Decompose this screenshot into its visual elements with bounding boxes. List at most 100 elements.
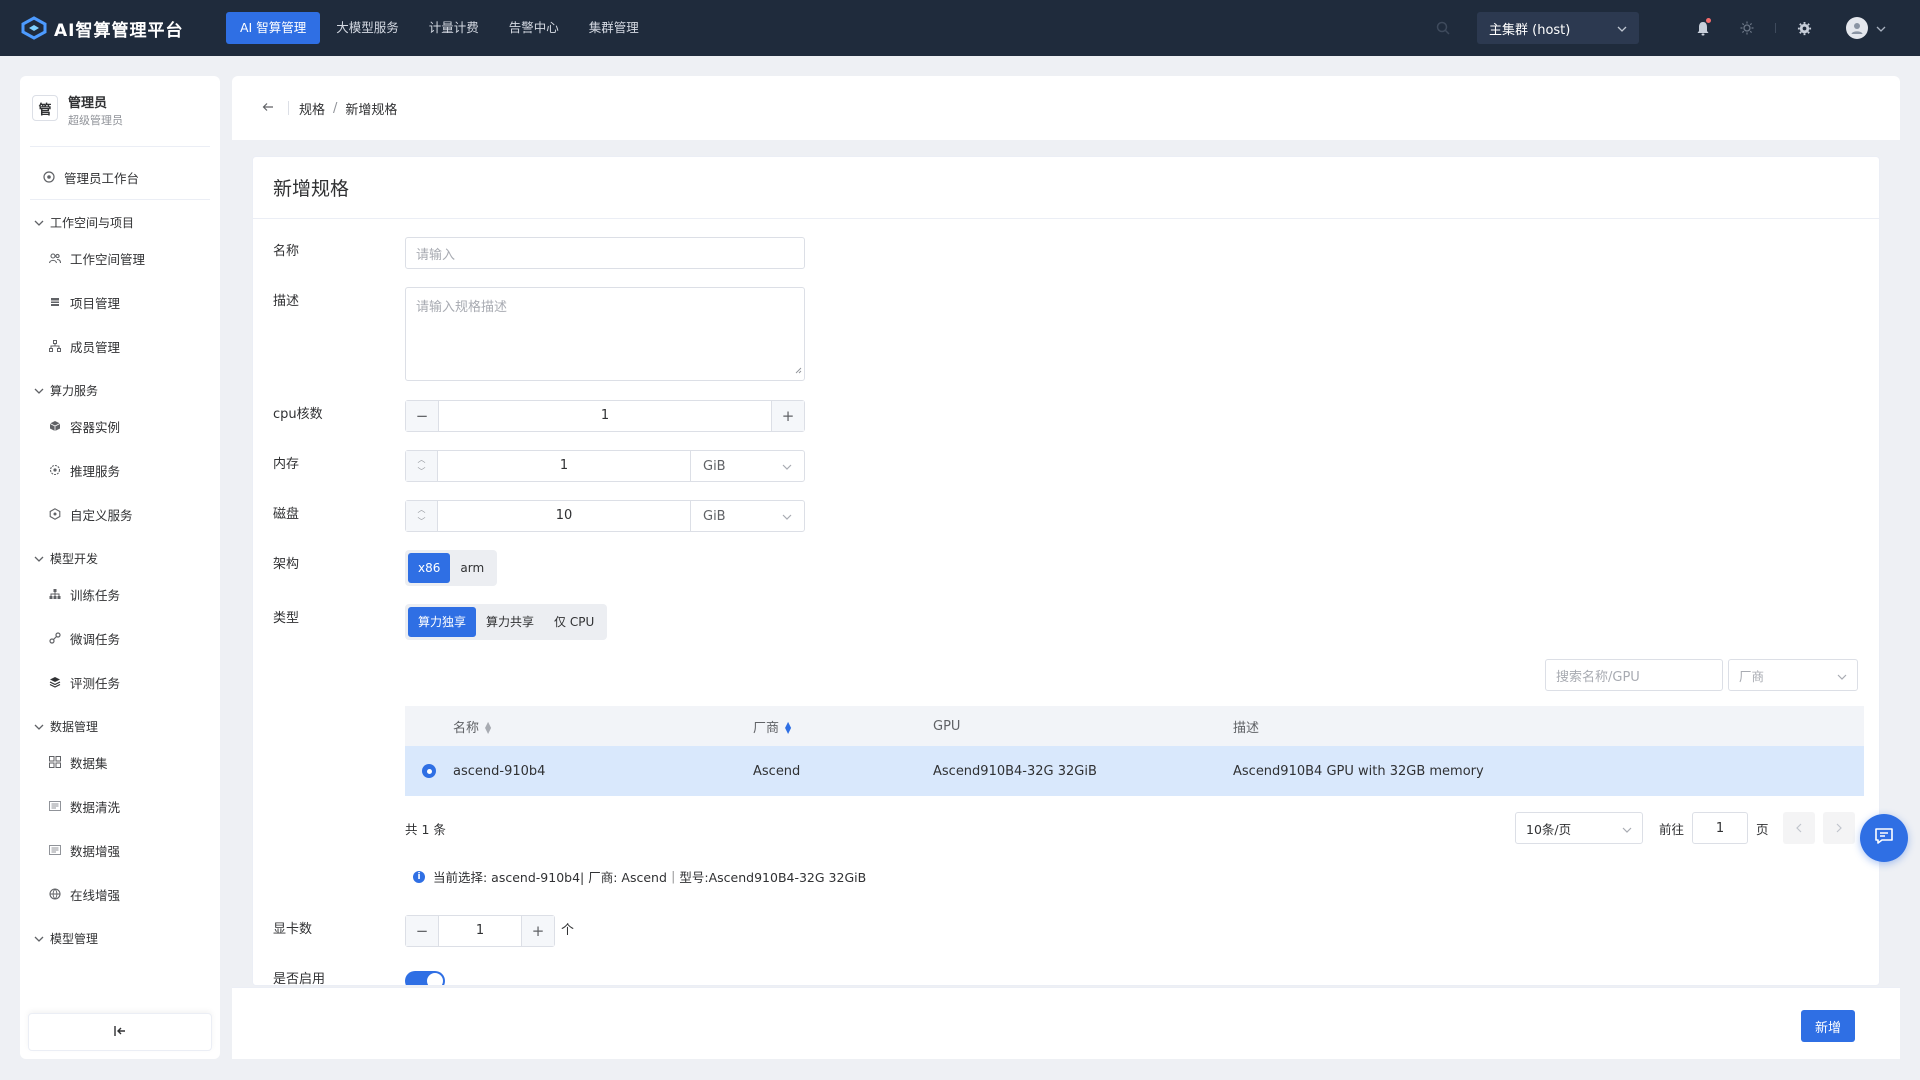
memory-spin-buttons[interactable]: ︿ ﹀ <box>406 451 438 481</box>
sidebar-item-online-augment[interactable]: 在线增强 <box>20 872 220 916</box>
memory-unit-select[interactable]: GiB <box>690 451 804 481</box>
disk-input: ︿ ﹀ 10 GiB <box>405 500 805 532</box>
cpu-increment-button[interactable]: + <box>772 401 804 431</box>
footer-bar: 新增 <box>232 987 1900 1059</box>
sidebar-item-finetune-task[interactable]: 微调任务 <box>20 616 220 660</box>
topnav-billing[interactable]: 计量计费 <box>415 12 493 44</box>
form-row-arch: 架构 x86 arm <box>273 550 498 586</box>
disk-unit-select[interactable]: GiB <box>690 501 804 531</box>
grid-icon <box>48 755 62 769</box>
sidebar-item-dataset[interactable]: 数据集 <box>20 740 220 784</box>
theme-sun-icon[interactable] <box>1737 18 1757 38</box>
sidebar-item-member-management[interactable]: 成员管理 <box>20 324 220 368</box>
sidebar-item-inference-service[interactable]: 推理服务 <box>20 448 220 492</box>
page-unit-label: 页 <box>1756 821 1769 837</box>
search-icon[interactable] <box>1433 18 1453 38</box>
header-name[interactable]: 名称 ▲ ▼ <box>453 717 753 736</box>
top-bar: AI智算管理平台 AI 智算管理 大模型服务 计量计费 告警中心 集群管理 主集… <box>0 0 1920 56</box>
sidebar-item-training-task[interactable]: 训练任务 <box>20 572 220 616</box>
memory-label: 内存 <box>273 457 300 472</box>
disk-value[interactable]: 10 <box>438 501 690 531</box>
sidebar-group-model-management[interactable]: 模型管理 <box>20 924 220 952</box>
type-option-shared[interactable]: 算力共享 <box>476 607 544 637</box>
table-row[interactable]: ascend-910b4 Ascend Ascend910B4-32G 32Gi… <box>405 746 1864 796</box>
enabled-switch[interactable] <box>405 971 445 985</box>
sidebar-group-compute[interactable]: 算力服务 <box>20 376 220 404</box>
submit-button[interactable]: 新增 <box>1801 1010 1855 1042</box>
user-avatar: 管 <box>32 95 58 121</box>
info-icon: i <box>413 870 425 883</box>
cell-vendor: Ascend <box>753 763 801 779</box>
sidebar-item-custom-service[interactable]: 自定义服务 <box>20 492 220 536</box>
divider <box>30 146 210 147</box>
next-page-button[interactable] <box>1822 812 1855 844</box>
header-gpu: GPU <box>933 718 961 734</box>
gpu-count-stepper: − 1 + <box>405 915 555 947</box>
sidebar-item-eval-task[interactable]: 评测任务 <box>20 660 220 704</box>
name-label: 名称 <box>273 244 300 259</box>
gpu-table: 名称 ▲ ▼ 厂商 ▲ ▼ GPU 描述 ascend-910b4 Ascend Asc… <box>405 706 1864 796</box>
chat-float-button[interactable] <box>1860 814 1908 862</box>
topnav-cluster[interactable]: 集群管理 <box>575 12 653 44</box>
disk-spin-buttons[interactable]: ︿ ﹀ <box>406 501 438 531</box>
back-arrow-icon[interactable] <box>262 100 274 116</box>
sidebar-group-workspace[interactable]: 工作空间与项目 <box>20 208 220 236</box>
row-radio-cell[interactable] <box>405 764 453 778</box>
gpu-search-input[interactable]: 搜索名称/GPU <box>1545 659 1723 691</box>
sidebar-item-workspace-management[interactable]: 工作空间管理 <box>20 236 220 280</box>
sidebar-item-project-management[interactable]: 项目管理 <box>20 280 220 324</box>
arch-option-arm[interactable]: arm <box>450 553 494 583</box>
chevron-up-icon[interactable]: ︿ <box>418 504 426 516</box>
header-vendor[interactable]: 厂商 ▲ ▼ <box>753 717 933 736</box>
gpu-count-value[interactable]: 1 <box>438 916 522 946</box>
page-size-select[interactable]: 10条/页 <box>1515 812 1643 844</box>
sidebar-collapse-button[interactable] <box>28 1013 212 1051</box>
sidebar-item-admin-workbench[interactable]: 管理员工作台 <box>20 155 220 199</box>
chevron-down-icon <box>1837 668 1847 683</box>
type-option-exclusive[interactable]: 算力独享 <box>408 607 477 637</box>
cpu-decrement-button[interactable]: − <box>406 401 438 431</box>
sidebar-group-data[interactable]: 数据管理 <box>20 712 220 740</box>
chevron-down-icon[interactable]: ﹀ <box>418 466 426 478</box>
cluster-select[interactable]: 主集群 (host) <box>1477 12 1639 44</box>
topnav-ai-management[interactable]: AI 智算管理 <box>226 12 321 44</box>
desc-textarea[interactable]: 请输入规格描述 <box>405 287 805 381</box>
prev-page-button[interactable] <box>1782 812 1815 844</box>
avatar <box>1846 17 1868 39</box>
cpu-value[interactable]: 1 <box>438 401 772 431</box>
sidebar-item-data-augment[interactable]: 数据增强 <box>20 828 220 872</box>
chevron-up-icon[interactable]: ︿ <box>418 454 426 466</box>
page-input[interactable]: 1 <box>1692 812 1749 844</box>
form-row-name: 名称 请输入 <box>273 237 805 269</box>
chevron-down-icon[interactable]: ﹀ <box>418 516 426 528</box>
sidebar-group-model-dev[interactable]: 模型开发 <box>20 544 220 572</box>
gpu-count-decrement-button[interactable]: − <box>406 916 438 946</box>
sidebar-item-data-cleaning[interactable]: 数据清洗 <box>20 784 220 828</box>
gpu-count-increment-button[interactable]: + <box>522 916 554 946</box>
memory-value[interactable]: 1 <box>438 451 690 481</box>
user-role: 超级管理员 <box>68 114 123 127</box>
project-icon <box>48 295 62 309</box>
chat-icon <box>1874 827 1894 849</box>
sidebar-item-label: 数据增强 <box>70 843 121 859</box>
gear-icon[interactable] <box>1794 18 1814 38</box>
topnav-alerts[interactable]: 告警中心 <box>495 12 573 44</box>
sort-icon[interactable]: ▲ ▼ <box>485 721 491 735</box>
sidebar-item-container-instance[interactable]: 容器实例 <box>20 404 220 448</box>
vendor-select[interactable]: 厂商 <box>1728 659 1858 691</box>
type-option-cpu-only[interactable]: 仅 CPU <box>544 607 604 637</box>
breadcrumb-root[interactable]: 规格 <box>299 99 325 118</box>
name-input[interactable]: 请输入 <box>405 237 805 269</box>
arch-option-x86[interactable]: x86 <box>408 553 451 583</box>
row-radio[interactable] <box>422 764 436 778</box>
sort-icon[interactable]: ▲ ▼ <box>785 721 791 735</box>
user-menu[interactable] <box>1846 17 1886 39</box>
sidebar-group-label: 算力服务 <box>50 383 99 398</box>
divider <box>30 199 210 200</box>
logo[interactable]: AI智算管理平台 <box>20 16 206 41</box>
form-row-memory: 内存 ︿ ﹀ 1 GiB <box>273 450 805 482</box>
topnav-llm-service[interactable]: 大模型服务 <box>322 12 413 44</box>
sidebar-item-label: 成员管理 <box>70 339 121 355</box>
bell-icon[interactable] <box>1693 18 1713 38</box>
resize-handle-icon[interactable] <box>795 363 802 378</box>
